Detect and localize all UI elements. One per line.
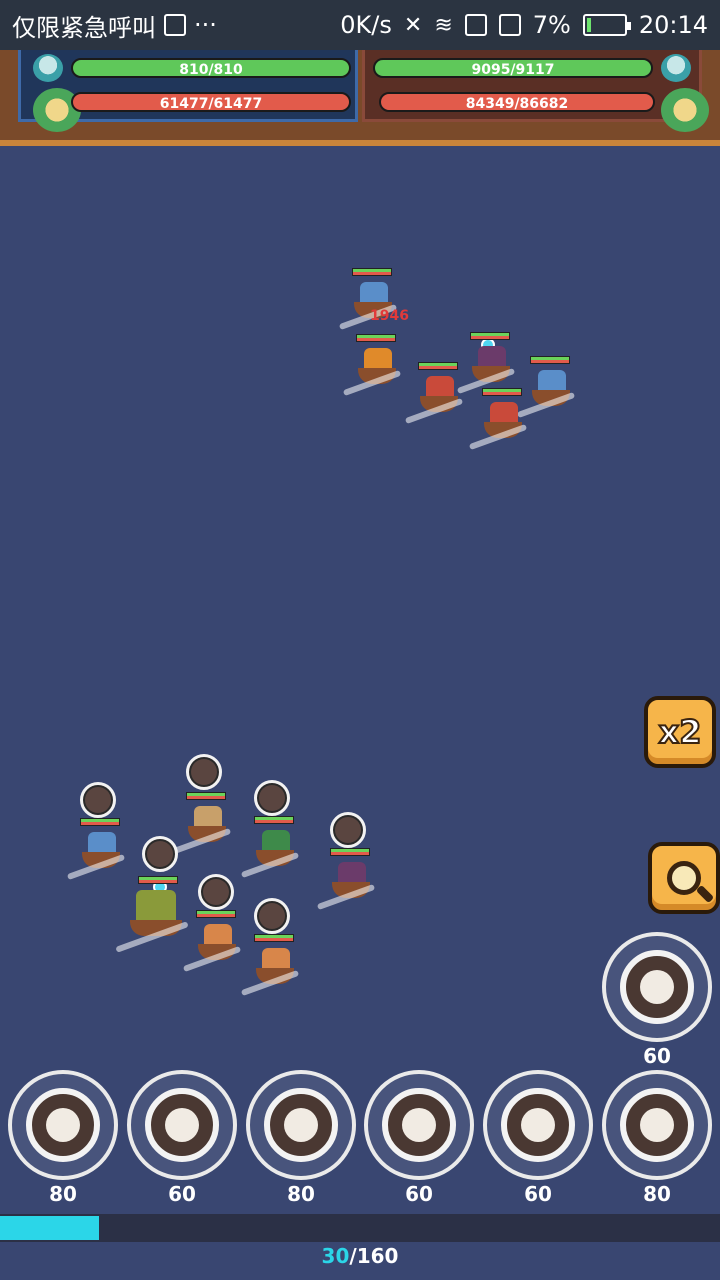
ship-wheel-icon [521, 1108, 555, 1142]
mute-icon: ✕ [403, 12, 423, 38]
battery-icon [582, 14, 631, 36]
sim1-icon [464, 14, 487, 36]
enemy-crew-bar: 9095/9117 [373, 58, 653, 78]
player-ship[interactable] [240, 934, 300, 997]
speed-label: x2 [658, 712, 703, 752]
battery-percent: 7% [532, 11, 571, 39]
enemy-ship[interactable] [516, 356, 576, 419]
energy-current: 30 [321, 1244, 350, 1268]
clock: 20:14 [638, 11, 708, 39]
skill-cost: 80 [49, 1182, 77, 1206]
skill-button-wheel[interactable] [483, 1070, 593, 1180]
ship-skill-indicator [330, 812, 366, 848]
skill-button-torpedo[interactable] [246, 1070, 356, 1180]
player-ship[interactable] [182, 910, 242, 973]
winged-crest-icon [640, 1108, 674, 1142]
skill-cost: 60 [168, 1182, 196, 1206]
player-ship[interactable] [316, 848, 376, 911]
damage-number: 1946 [370, 308, 409, 324]
skill-button-cannon[interactable] [8, 1070, 118, 1180]
player-ship[interactable] [172, 792, 232, 855]
enemy-ship[interactable] [342, 334, 402, 397]
ship-skill-indicator [80, 782, 116, 818]
ship-skill-indicator [198, 874, 234, 910]
speed-x2-button[interactable]: x2 [644, 696, 716, 768]
player-ship-bar: 61477/61477 [71, 92, 351, 112]
energy-bar [0, 1214, 720, 1242]
ship-skill-indicator [142, 836, 178, 872]
enemy-ship-bar: 84349/86682 [379, 92, 655, 112]
ship-skill-indicator [254, 898, 290, 934]
player-ship[interactable] [66, 818, 126, 881]
player-crew-bar: 810/810 [71, 58, 351, 78]
enemy-ship-icon [661, 88, 709, 132]
enemy-panel: 9095/9117 84349/86682 [362, 50, 709, 132]
skill-cost: 80 [287, 1182, 315, 1206]
sim-icon [164, 14, 186, 36]
enemy-ship[interactable] [404, 362, 464, 425]
sim2-icon [498, 14, 521, 36]
enemy-ship[interactable] [468, 388, 528, 451]
player-ship[interactable] [240, 816, 300, 879]
cannonball-icon [640, 970, 674, 1004]
ship-skill-indicator [254, 780, 290, 816]
enemy-flagship[interactable] [456, 332, 516, 395]
magnifier-icon [667, 861, 701, 895]
skill-button-explosion[interactable] [364, 1070, 474, 1180]
special-skill-cost: 60 [643, 1044, 671, 1068]
energy-fill [0, 1216, 99, 1240]
crew-icon [33, 54, 63, 82]
player-flagship[interactable] [115, 876, 189, 953]
explosion-icon [402, 1108, 436, 1142]
torpedo-icon [284, 1108, 318, 1142]
wifi-icon: ≋ [434, 12, 453, 38]
skill-cost: 80 [643, 1182, 671, 1206]
energy-max: /160 [349, 1244, 399, 1268]
shark-icon [165, 1108, 199, 1142]
status-bar: 仅限紧急呼叫 ··· 0K/s ✕ ≋ 7% 20:14 [0, 0, 720, 50]
player-panel: 810/810 61477/61477 [18, 50, 358, 132]
network-speed: 0K/s [340, 11, 392, 39]
more-dots: ··· [194, 11, 217, 39]
skill-button-shark[interactable] [127, 1070, 237, 1180]
enemy-crew-icon [661, 54, 691, 82]
special-skill-button[interactable] [602, 932, 712, 1042]
skill-button-wings[interactable] [602, 1070, 712, 1180]
zoom-button[interactable] [648, 842, 720, 914]
ship-skill-indicator [186, 754, 222, 790]
skill-cost: 60 [405, 1182, 433, 1206]
energy-text: 30/160 [0, 1244, 720, 1268]
carrier-text: 仅限紧急呼叫 [12, 13, 156, 42]
battle-hud: 810/810 61477/61477 9095/9117 84349/8668… [0, 50, 720, 160]
skill-cost: 60 [524, 1182, 552, 1206]
cannon-icon [46, 1108, 80, 1142]
